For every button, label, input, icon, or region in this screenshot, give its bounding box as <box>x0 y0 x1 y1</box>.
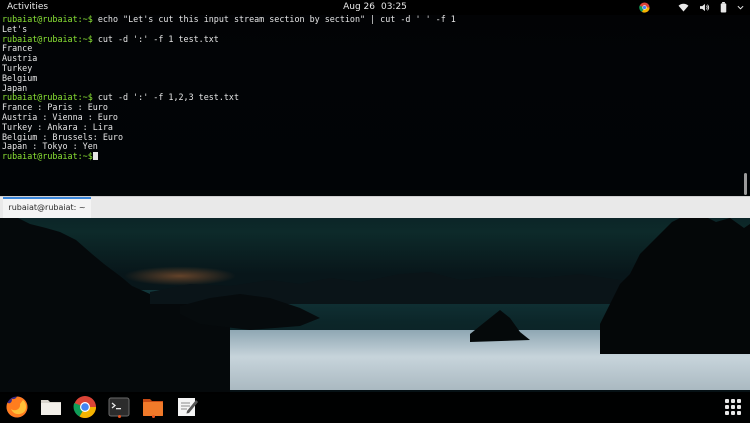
clock-time: 03:25 <box>380 2 407 12</box>
terminal-cursor <box>92 152 98 161</box>
terminal-text: Turkey : Ankara : Lira <box>2 121 113 132</box>
terminal-line: Turkey <box>2 62 456 74</box>
terminal-prompt: rubaiat@rubaiat <box>2 15 78 24</box>
system-tray[interactable] <box>639 1 744 14</box>
terminal-prompt-path: :~$ <box>77 92 93 103</box>
files-icon[interactable] <box>39 395 63 419</box>
terminal-text: Japan : Tokyo : Yen <box>2 141 98 152</box>
files-orange-icon[interactable] <box>141 395 165 419</box>
terminal-tab-bar: rubaiat@rubaiat: ~ <box>0 196 750 218</box>
clock[interactable]: Aug 26 03:25 <box>0 1 750 14</box>
terminal-text: Belgium <box>2 72 38 83</box>
terminal-line: Austria <box>2 53 456 64</box>
terminal-text: Austria : Vienna : Euro <box>2 111 118 122</box>
terminal-text: cut -d ':' -f 1,2,3 test.txt <box>92 92 240 103</box>
terminal-line: rubaiat@rubaiat:~$ cut -d ':' -f 1 test.… <box>2 33 456 45</box>
clock-date: Aug 26 <box>343 2 375 12</box>
battery-icon <box>720 2 727 13</box>
top-bar: Activities Aug 26 03:25 <box>0 0 750 15</box>
terminal-text: France : Paris : Euro <box>2 102 108 113</box>
terminal-line: rubaiat@rubaiat:~$ echo "Let's cut this … <box>2 15 456 25</box>
chrome-icon[interactable] <box>73 395 97 419</box>
terminal-text: echo "Let's cut this input stream sectio… <box>92 15 456 24</box>
terminal-text: Turkey <box>2 62 33 73</box>
terminal-text: cut -d ':' -f 1 test.txt <box>92 33 219 44</box>
chevron-down-icon[interactable] <box>737 4 744 11</box>
firefox-icon[interactable] <box>5 395 29 419</box>
text-editor-icon[interactable] <box>175 395 199 419</box>
terminal-line: Belgium <box>2 72 456 84</box>
terminal-prompt-path: :~$ <box>77 15 93 24</box>
terminal-prompt-path: :~$ <box>77 151 93 162</box>
terminal-text: Belgium : Brussels: Euro <box>2 131 124 142</box>
running-indicator <box>117 415 121 418</box>
terminal-text: Austria <box>2 53 38 64</box>
terminal-line: rubaiat@rubaiat:~$ <box>2 151 456 162</box>
terminal-text: France <box>2 43 33 54</box>
terminal-output[interactable]: rubaiat@rubaiat:~$ echo "Let's cut this … <box>2 15 456 162</box>
terminal-text: Let's <box>2 23 28 34</box>
terminal-prompt: rubaiat@rubaiat <box>2 92 78 103</box>
terminal-tab[interactable]: rubaiat@rubaiat: ~ <box>3 197 91 218</box>
terminal-icon[interactable] <box>107 395 131 419</box>
dock <box>0 392 750 422</box>
terminal-line: France <box>2 43 456 54</box>
terminal-prompt-path: :~$ <box>77 33 93 44</box>
terminal-prompt: rubaiat@rubaiat <box>2 33 78 44</box>
terminal-window[interactable]: rubaiat@rubaiat:~$ echo "Let's cut this … <box>0 15 750 196</box>
show-applications-icon[interactable] <box>725 399 741 415</box>
running-indicator <box>151 415 155 418</box>
terminal-text: Japan <box>2 82 28 93</box>
mountain-silhouette <box>0 214 750 394</box>
volume-icon <box>700 3 710 12</box>
terminal-scrollbar[interactable] <box>744 173 747 195</box>
chrome-tray-icon[interactable] <box>639 2 650 13</box>
wifi-icon <box>678 3 689 12</box>
terminal-prompt: rubaiat@rubaiat <box>2 151 78 162</box>
